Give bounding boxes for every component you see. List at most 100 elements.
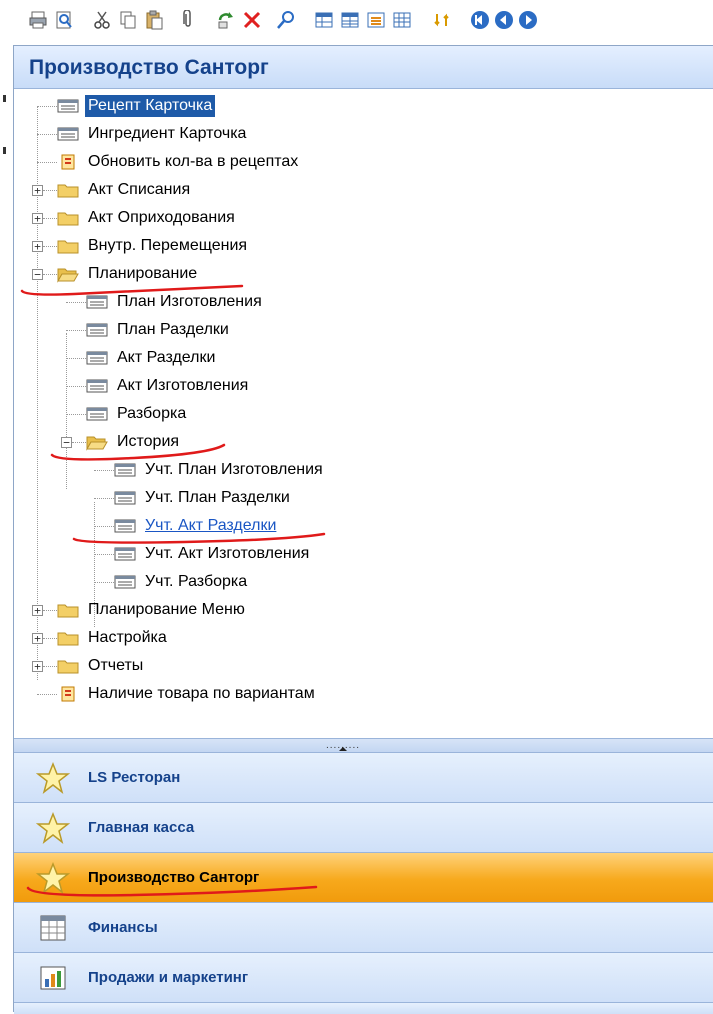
expand-toggle[interactable]: +	[32, 605, 43, 616]
star-icon	[36, 761, 70, 795]
tree-item-label: Рецепт Карточка	[85, 95, 216, 117]
folder-icon	[57, 209, 79, 227]
nav-button-ls-restaurant[interactable]: LS Ресторан	[14, 752, 713, 802]
preview-icon[interactable]	[54, 10, 74, 30]
expand-toggle[interactable]: +	[32, 213, 43, 224]
nav-button-label: LS Ресторан	[88, 769, 181, 786]
report-icon	[57, 685, 79, 703]
filter-icon[interactable]	[366, 10, 386, 30]
folder-icon	[57, 181, 79, 199]
tree-item-cutting-act[interactable]: Акт Разделки	[86, 345, 218, 371]
nav-pane-title: Производство Санторг	[14, 46, 713, 89]
nav-button-production[interactable]: Производство Санторг	[14, 852, 713, 902]
tree-item-label: План Изготовления	[117, 293, 262, 310]
spreadsheet-icon	[36, 911, 70, 945]
folder-icon	[57, 237, 79, 255]
form-icon	[57, 125, 79, 143]
tree-item-label: Учт. Акт Разделки	[145, 517, 277, 534]
first-icon[interactable]	[470, 10, 490, 30]
tree-item-label: Разборка	[117, 405, 187, 422]
grid-icon[interactable]	[314, 10, 334, 30]
nav-button-label: Производство Санторг	[88, 869, 260, 886]
pane-splitter[interactable]: .........	[14, 738, 713, 752]
form-icon	[114, 461, 136, 479]
expand-toggle[interactable]: +	[32, 241, 43, 252]
tree-item-posted-production-plan[interactable]: Учт. План Изготовления	[114, 457, 326, 483]
tree-item-posted-disassembly[interactable]: Учт. Разборка	[114, 569, 250, 595]
form-icon	[114, 545, 136, 563]
expand-toggle[interactable]: +	[32, 661, 43, 672]
paste-icon[interactable]	[144, 10, 164, 30]
tree-folder-transfer[interactable]: Внутр. Перемещения	[57, 233, 250, 259]
report-icon	[57, 153, 79, 171]
tree-item-label: Акт Изготовления	[117, 377, 249, 394]
table-icon[interactable]	[392, 10, 412, 30]
tree-folder-planning[interactable]: Планирование	[57, 261, 200, 287]
tree-item-cutting-plan[interactable]: План Разделки	[86, 317, 232, 343]
find-icon[interactable]	[276, 10, 296, 30]
tree-folder-settings[interactable]: Настройка	[57, 625, 170, 651]
chart-icon	[36, 961, 70, 995]
tree-item-production-act[interactable]: Акт Изготовления	[86, 373, 251, 399]
tree-item-label: Ингредиент Карточка	[88, 125, 247, 142]
expand-toggle[interactable]: +	[32, 185, 43, 196]
tree-folder-menu-planning[interactable]: Планирование Меню	[57, 597, 248, 623]
folder-icon	[57, 657, 79, 675]
splitter-up-arrow-icon	[339, 747, 347, 751]
copy-icon[interactable]	[118, 10, 138, 30]
prev-icon[interactable]	[494, 10, 514, 30]
cut-icon[interactable]	[92, 10, 112, 30]
collapse-toggle[interactable]: −	[32, 269, 43, 280]
expand-toggle[interactable]: +	[32, 633, 43, 644]
nav-button-sales-marketing[interactable]: Продажи и маркетинг	[14, 952, 713, 1002]
tree-item-label: Учт. План Разделки	[145, 489, 290, 506]
next-icon[interactable]	[518, 10, 538, 30]
tree-item-posted-production-act[interactable]: Учт. Акт Изготовления	[114, 541, 312, 567]
tree-item-label: Акт Разделки	[117, 349, 216, 366]
tree-item-recipe-card[interactable]: Рецепт Карточка	[57, 93, 216, 119]
delete-icon[interactable]	[242, 10, 262, 30]
tree-item-label: Настройка	[88, 629, 167, 646]
nav-button-main-cash[interactable]: Главная касса	[14, 802, 713, 852]
tree-item-posted-cutting-plan[interactable]: Учт. План Разделки	[114, 485, 293, 511]
tree-item-label: Планирование	[88, 265, 198, 282]
print-icon[interactable]	[28, 10, 48, 30]
tree-item-stock-by-variant[interactable]: Наличие товара по вариантам	[57, 681, 318, 707]
tree-item-disassembly[interactable]: Разборка	[86, 401, 189, 427]
tree-item-label: Планирование Меню	[88, 601, 245, 618]
tree-item-label: Акт Оприходования	[88, 209, 235, 226]
tree-item-label: План Разделки	[117, 321, 229, 338]
tree-folder-history[interactable]: История	[86, 429, 182, 455]
form-icon	[86, 293, 108, 311]
tree-item-production-plan[interactable]: План Изготовления	[86, 289, 265, 315]
nav-button-partial[interactable]	[14, 1002, 713, 1014]
tree-item-ingredient-card[interactable]: Ингредиент Карточка	[57, 121, 249, 147]
attach-icon[interactable]	[178, 10, 198, 30]
nav-button-label: Продажи и маркетинг	[88, 969, 249, 986]
folder-icon	[57, 601, 79, 619]
grid-alt-icon[interactable]	[340, 10, 360, 30]
tree-folder-income[interactable]: Акт Оприходования	[57, 205, 238, 231]
nav-button-finance[interactable]: Финансы	[14, 902, 713, 952]
collapse-toggle[interactable]: −	[61, 437, 72, 448]
form-icon	[86, 377, 108, 395]
folder-icon	[57, 629, 79, 647]
tree-item-label: Наличие товара по вариантам	[88, 685, 315, 702]
tree-item-posted-cutting-act[interactable]: Учт. Акт Разделки	[114, 513, 279, 539]
tree-item-label: Отчеты	[88, 657, 144, 674]
sync-icon[interactable]	[432, 10, 452, 30]
tree-item-label: Внутр. Перемещения	[88, 237, 248, 254]
navigation-pane: Производство Санторг + + + − − + + + Рец…	[13, 45, 713, 1014]
tree-item-update-quantities[interactable]: Обновить кол-ва в рецептах	[57, 149, 301, 175]
form-icon	[86, 405, 108, 423]
form-icon	[86, 349, 108, 367]
tree-folder-reports[interactable]: Отчеты	[57, 653, 146, 679]
edge-strip	[0, 45, 13, 1012]
form-icon	[114, 573, 136, 591]
tree-item-label: Акт Списания	[88, 181, 191, 198]
navigation-tree: + + + − − + + + Рецепт Карточка Ингредие…	[14, 90, 713, 738]
star-icon	[36, 861, 70, 895]
nav-button-label: Главная касса	[88, 819, 195, 836]
refresh-icon[interactable]	[216, 10, 236, 30]
tree-folder-writeoff[interactable]: Акт Списания	[57, 177, 193, 203]
